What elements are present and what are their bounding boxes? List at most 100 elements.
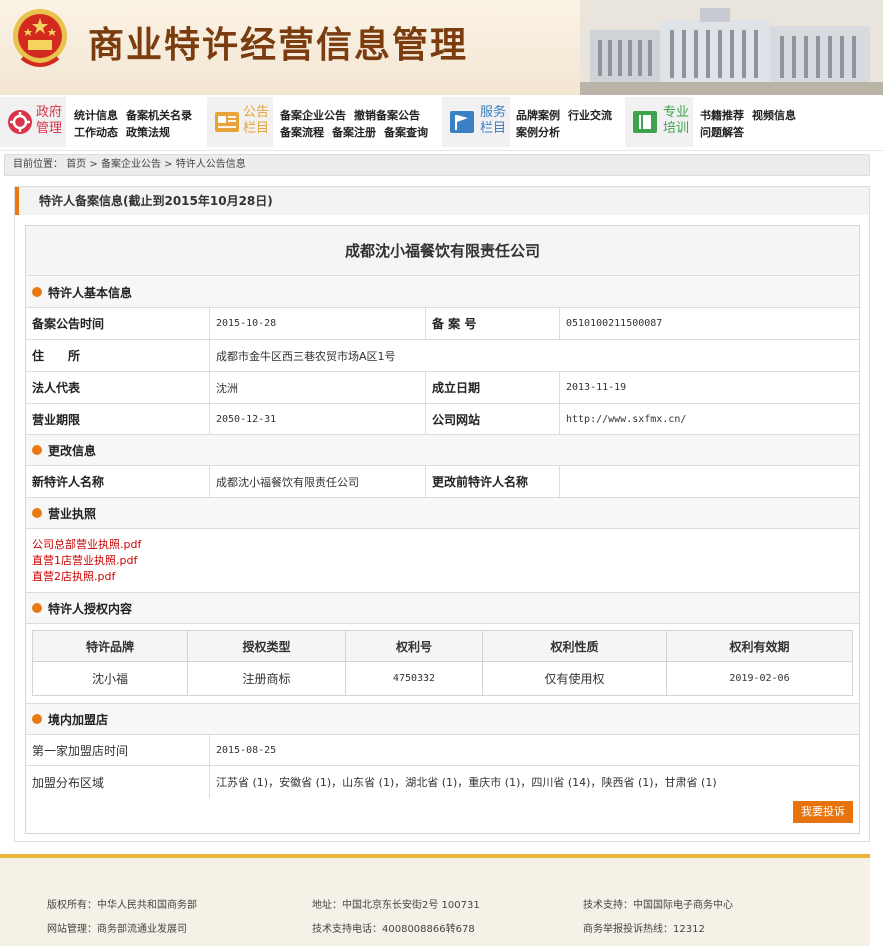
nav-category-line: 栏目 bbox=[242, 121, 269, 136]
license-file-link[interactable]: 直营2店执照.pdf bbox=[32, 569, 859, 585]
nav-category-government[interactable]: 政府 管理 bbox=[0, 97, 66, 147]
nav-category-label: 政府 管理 bbox=[34, 105, 64, 137]
license-file-link[interactable]: 公司总部营业执照.pdf bbox=[32, 537, 859, 553]
nav-category-line: 服务 bbox=[479, 105, 506, 120]
old-name-label: 更改前特许人名称 bbox=[426, 466, 560, 497]
complain-button[interactable]: 我要投诉 bbox=[793, 801, 853, 823]
announce-time-value: 2015-10-28 bbox=[210, 308, 426, 339]
first-store-time-value: 2015-08-25 bbox=[216, 744, 277, 756]
nav-link-brand-cases[interactable]: 品牌案例 bbox=[516, 107, 560, 124]
right-expiry-cell: 2019-02-06 bbox=[729, 673, 790, 684]
column-header: 权利有效期 bbox=[729, 639, 790, 654]
nav-category-line: 管理 bbox=[35, 121, 62, 136]
nav-category-line: 公告 bbox=[242, 105, 269, 120]
auth-type-cell: 注册商标 bbox=[188, 662, 346, 695]
nav-group-announcements: 公告 栏目 备案企业公告 撤销备案公告 备案流程 备案注册 备案查询 bbox=[207, 95, 437, 151]
footer-site-manager: 网站管理：商务部流通业发展司 bbox=[47, 924, 187, 935]
gear-icon bbox=[8, 110, 32, 134]
old-name-value bbox=[560, 466, 859, 497]
authorization-row: 特许品牌 授权类型 权利号 权利性质 权利有效期 沈小福 注册商标 475033… bbox=[26, 624, 859, 704]
site-footer: 版权所有：中华人民共和国商务部 地址：中国北京东长安街2号 100731 技术支… bbox=[0, 858, 870, 946]
nav-category-services[interactable]: 服务 栏目 bbox=[442, 97, 510, 147]
nav-link-case-analysis[interactable]: 案例分析 bbox=[516, 124, 560, 141]
book-icon bbox=[633, 111, 657, 133]
nav-category-label: 公告 栏目 bbox=[241, 105, 271, 137]
footer-tech-phone: 技术支持电话：4008008866转678 bbox=[312, 924, 475, 935]
nav-link-revoked-filings[interactable]: 撤销备案公告 bbox=[354, 107, 420, 124]
website-value[interactable]: http://www.sxfmx.cn/ bbox=[560, 404, 859, 434]
section-change-info: 更改信息 bbox=[26, 435, 859, 466]
nav-link-industry-exchange[interactable]: 行业交流 bbox=[568, 107, 612, 124]
section-title: 特许人授权内容 bbox=[48, 601, 133, 616]
bullet-icon bbox=[32, 287, 42, 297]
breadcrumb-prefix: 目前位置： bbox=[13, 159, 63, 170]
new-name-label: 新特许人名称 bbox=[26, 466, 210, 497]
term-label: 营业期限 bbox=[26, 404, 210, 434]
founded-value: 2013-11-19 bbox=[566, 382, 627, 393]
section-authorization: 特许人授权内容 bbox=[26, 593, 859, 624]
section-franchise-stores: 境内加盟店 bbox=[26, 704, 859, 735]
bullet-icon bbox=[32, 603, 42, 613]
address-label: 住 所 bbox=[26, 340, 210, 371]
nav-links-services: 品牌案例 行业交流 案例分析 bbox=[516, 107, 626, 141]
address-value: 成都市金牛区西三巷农贸市场A区1号 bbox=[216, 349, 396, 363]
section-title: 营业执照 bbox=[48, 506, 97, 521]
nav-link-book-recommend[interactable]: 书籍推荐 bbox=[700, 107, 744, 124]
nav-category-label: 服务 栏目 bbox=[478, 105, 508, 137]
section-license: 营业执照 bbox=[26, 498, 859, 529]
nav-link-faq[interactable]: 问题解答 bbox=[700, 124, 744, 141]
section-basic-info: 特许人基本信息 bbox=[26, 277, 859, 308]
nav-link-video-info[interactable]: 视频信息 bbox=[752, 107, 796, 124]
franchisor-detail-table: 成都沈小福餐饮有限责任公司 特许人基本信息 备案公告时间 2015-10-28 … bbox=[25, 225, 860, 834]
breadcrumb-separator: > bbox=[164, 159, 173, 170]
nav-category-announcements[interactable]: 公告 栏目 bbox=[207, 97, 273, 147]
nav-category-line: 栏目 bbox=[479, 121, 506, 136]
newspaper-icon bbox=[215, 112, 239, 132]
section-title: 境内加盟店 bbox=[48, 712, 109, 727]
nav-group-government: 政府 管理 统计信息 备案机关名录 工作动态 政策法规 bbox=[0, 95, 205, 151]
table-row: 新特许人名称 成都沈小福餐饮有限责任公司 更改前特许人名称 bbox=[26, 466, 859, 498]
term-value: 2050-12-31 bbox=[210, 404, 426, 434]
table-row: 沈小福 注册商标 4750332 仅有使用权 2019-02-06 bbox=[33, 662, 852, 695]
new-name-value: 成都沈小福餐饮有限责任公司 bbox=[210, 466, 426, 497]
distribution-value: 江苏省 (1)，安徽省 (1)，山东省 (1)，湖北省 (1)，重庆市 (1)，… bbox=[216, 776, 717, 789]
franchisor-panel: 特许人备案信息(截止到2015年10月28日) 成都沈小福餐饮有限责任公司 特许… bbox=[14, 186, 870, 842]
right-no-cell: 4750332 bbox=[346, 662, 483, 695]
nav-link-policy[interactable]: 政策法规 bbox=[126, 124, 170, 141]
license-files: 公司总部营业执照.pdf 直营1店营业执照.pdf 直营2店执照.pdf bbox=[26, 529, 859, 593]
nav-link-filed-companies[interactable]: 备案企业公告 bbox=[280, 107, 346, 124]
footer-tech-support: 技术支持：中国国际电子商务中心 bbox=[583, 900, 733, 911]
nav-link-filing-register[interactable]: 备案注册 bbox=[332, 124, 376, 141]
bullet-icon bbox=[32, 445, 42, 455]
authorization-table: 特许品牌 授权类型 权利号 权利性质 权利有效期 沈小福 注册商标 475033… bbox=[32, 630, 853, 696]
nav-link-filing-process[interactable]: 备案流程 bbox=[280, 124, 324, 141]
section-title: 更改信息 bbox=[48, 443, 97, 458]
nav-group-training: 专业 培训 书籍推荐 视频信息 问题解答 bbox=[625, 95, 805, 151]
nav-link-authority-list[interactable]: 备案机关名录 bbox=[126, 107, 192, 124]
nav-category-training[interactable]: 专业 培训 bbox=[625, 97, 693, 147]
record-no-value: 0510100211500087 bbox=[566, 318, 663, 329]
footer-report-hotline: 商务举报投诉热线：12312 bbox=[583, 924, 705, 935]
footer-address: 地址：中国北京东长安街2号 100731 bbox=[312, 900, 480, 911]
table-row: 法人代表 沈洲 成立日期 2013-11-19 bbox=[26, 372, 859, 404]
nav-link-statistics[interactable]: 统计信息 bbox=[74, 107, 118, 124]
breadcrumb-filed-companies[interactable]: 备案企业公告 bbox=[101, 159, 161, 170]
nav-group-services: 服务 栏目 品牌案例 行业交流 案例分析 bbox=[442, 95, 622, 151]
license-file-link[interactable]: 直营1店营业执照.pdf bbox=[32, 553, 859, 569]
column-header: 授权类型 bbox=[188, 631, 346, 661]
breadcrumb-home[interactable]: 首页 bbox=[66, 159, 86, 170]
distribution-label: 加盟分布区域 bbox=[26, 766, 210, 798]
footer-copyright: 版权所有：中华人民共和国商务部 bbox=[47, 900, 197, 911]
table-row: 第一家加盟店时间 2015-08-25 bbox=[26, 735, 859, 766]
table-row: 备案公告时间 2015-10-28 备 案 号 0510100211500087 bbox=[26, 308, 859, 340]
bullet-icon bbox=[32, 714, 42, 724]
nav-links-government: 统计信息 备案机关名录 工作动态 政策法规 bbox=[74, 107, 204, 141]
table-row: 住 所 成都市金牛区西三巷农贸市场A区1号 bbox=[26, 340, 859, 372]
flag-icon bbox=[450, 111, 474, 133]
nav-link-news[interactable]: 工作动态 bbox=[74, 124, 118, 141]
legal-rep-label: 法人代表 bbox=[26, 372, 210, 403]
nav-link-filing-query[interactable]: 备案查询 bbox=[384, 124, 428, 141]
breadcrumb-separator: > bbox=[89, 159, 98, 170]
breadcrumb-current: 特许人公告信息 bbox=[175, 159, 246, 170]
table-row: 加盟分布区域 江苏省 (1)，安徽省 (1)，山东省 (1)，湖北省 (1)，重… bbox=[26, 766, 859, 798]
